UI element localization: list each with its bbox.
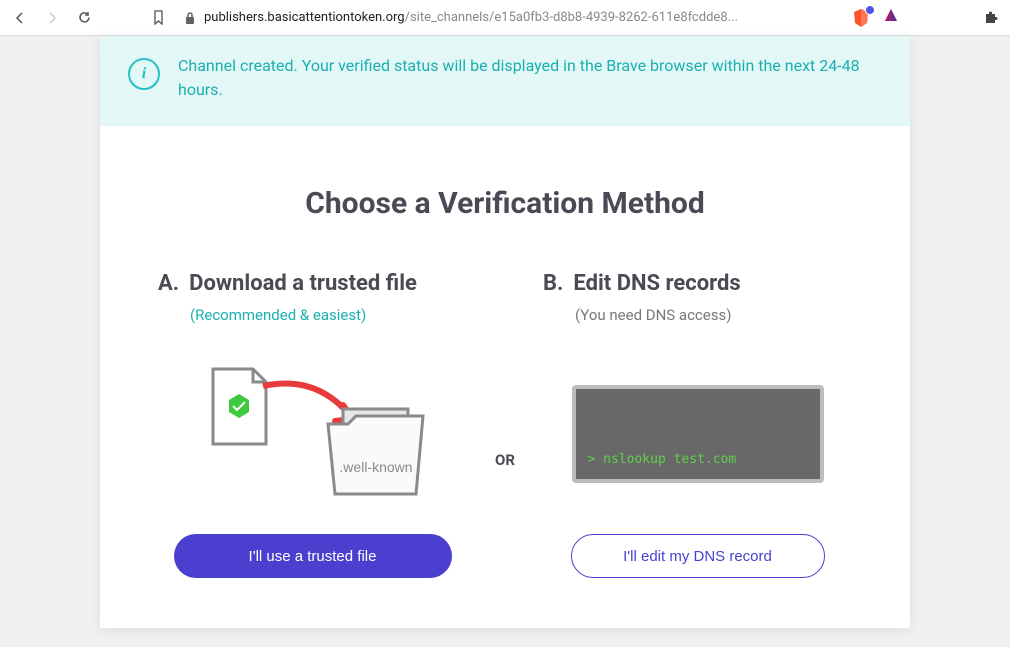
shields-badge — [865, 5, 875, 15]
edit-dns-record-button[interactable]: I'll edit my DNS record — [571, 534, 825, 578]
page-title: Choose a Verification Method — [150, 186, 860, 221]
back-button[interactable] — [10, 8, 30, 28]
info-icon: i — [128, 58, 160, 90]
folder-label: .well-known — [339, 459, 412, 475]
bookmark-button[interactable] — [148, 8, 168, 28]
option-dns-records: B. Edit DNS records (You need DNS access… — [535, 271, 860, 578]
option-b-letter: B. — [543, 271, 563, 296]
terminal-command: > nslookup test.com — [588, 452, 808, 467]
bookmark-icon — [152, 10, 165, 25]
url-path: /site_channels/e15a0fb3-d8b8-4939-8262-6… — [405, 10, 738, 25]
main-card: i Channel created. Your verified status … — [100, 36, 910, 628]
reload-button[interactable] — [74, 8, 94, 28]
option-a-subtitle: (Recommended & easiest) — [190, 306, 467, 324]
alert-message: Channel created. Your verified status wi… — [178, 54, 882, 102]
file-folder-illustration: .well-known — [150, 344, 475, 524]
forward-button[interactable] — [42, 8, 62, 28]
info-alert: i Channel created. Your verified status … — [100, 36, 910, 126]
address-bar[interactable]: publishers.basicattentiontoken.org/site_… — [180, 10, 834, 25]
use-trusted-file-button[interactable]: I'll use a trusted file — [174, 534, 452, 578]
or-separator: OR — [475, 451, 535, 469]
puzzle-icon — [983, 10, 998, 25]
option-trusted-file: A. Download a trusted file (Recommended … — [150, 271, 475, 578]
back-icon — [13, 11, 27, 25]
option-a-letter: A. — [158, 271, 179, 296]
option-b-subtitle: (You need DNS access) — [575, 306, 852, 324]
lock-icon — [184, 11, 196, 25]
browser-toolbar: publishers.basicattentiontoken.org/site_… — [0, 0, 1010, 36]
brave-rewards-icon[interactable] — [882, 7, 900, 29]
terminal-illustration: > nslookup test.com — [572, 385, 824, 483]
url-domain: publishers.basicattentiontoken.org — [204, 10, 405, 25]
brave-shields-icon[interactable] — [852, 8, 872, 28]
extensions-button[interactable] — [980, 8, 1000, 28]
option-b-title: Edit DNS records — [573, 271, 740, 296]
option-a-title: Download a trusted file — [189, 271, 417, 296]
reload-icon — [77, 10, 92, 25]
forward-icon — [45, 11, 59, 25]
